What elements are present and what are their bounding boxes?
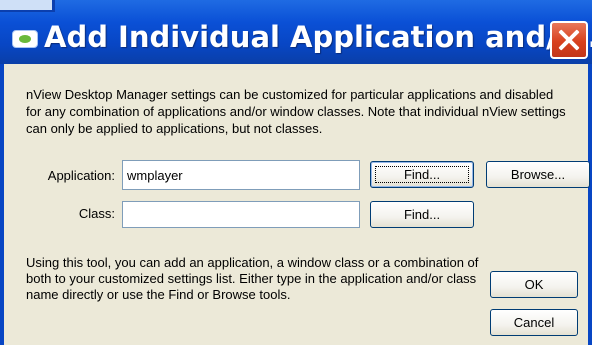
window-border-left <box>0 64 4 345</box>
close-icon[interactable] <box>550 21 588 59</box>
class-label: Class: <box>78 206 115 221</box>
description-text: nView Desktop Manager settings can be cu… <box>26 87 566 136</box>
focus-ring <box>375 166 469 183</box>
window-title: Add Individual Application and/o... <box>44 20 592 54</box>
find-class-button[interactable]: Find... <box>370 201 474 228</box>
cancel-button[interactable]: Cancel <box>490 309 578 336</box>
browse-button[interactable]: Browse... <box>486 161 590 188</box>
application-input[interactable] <box>122 160 360 190</box>
find-application-button[interactable]: Find... <box>370 161 474 188</box>
class-input[interactable] <box>122 201 360 228</box>
ok-button[interactable]: OK <box>490 271 578 298</box>
nview-app-icon <box>12 30 38 48</box>
application-label: Application: <box>47 168 115 183</box>
background-window-edge <box>0 0 55 12</box>
window-border-right <box>588 64 592 345</box>
help-text: Using this tool, you can add an applicat… <box>26 255 479 302</box>
